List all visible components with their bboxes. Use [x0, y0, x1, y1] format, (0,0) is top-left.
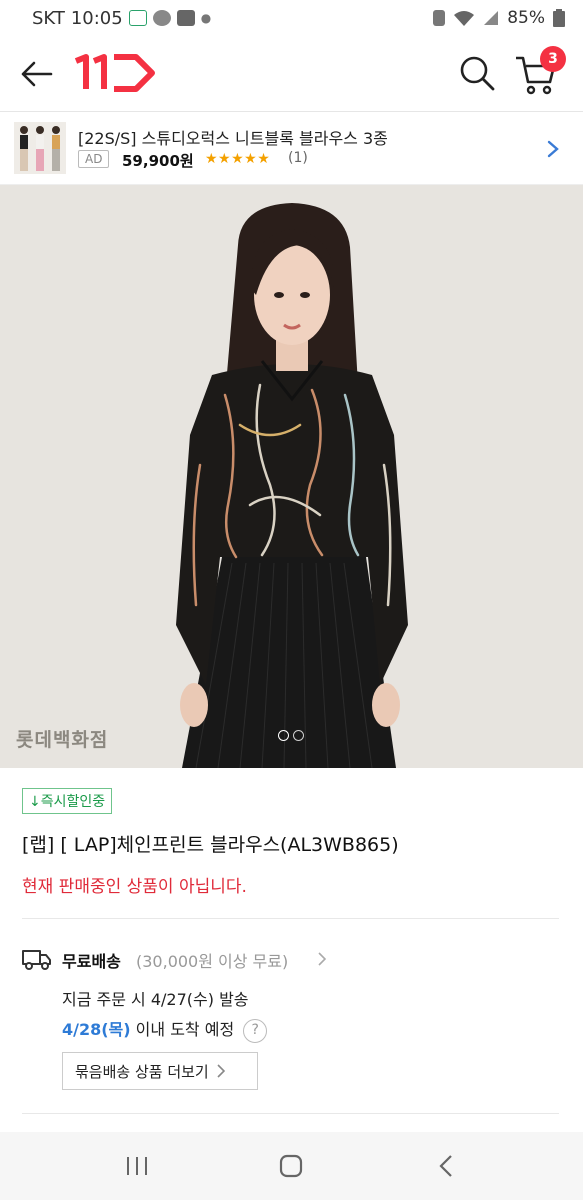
app-notification-icon	[128, 10, 147, 26]
ad-banner[interactable]: [22S/S] 스튜디오럭스 니트블록 블라우스 3종 AD 59,900원 ★…	[0, 113, 583, 185]
ad-thumbnail	[14, 122, 66, 174]
shipping-dispatch-text: 지금 주문 시 4/27(수) 발송	[62, 990, 249, 1009]
product-name: [랩] [ LAP]체인프린트 블라우스(AL3WB865)	[22, 834, 399, 856]
recent-apps-button[interactable]	[117, 1146, 157, 1186]
ad-price: 59,900원	[122, 152, 194, 170]
cart-count-badge: 3	[540, 46, 566, 72]
app-header	[0, 36, 583, 112]
back-arrow-icon[interactable]	[18, 56, 54, 92]
back-chevron-icon	[439, 1155, 452, 1177]
system-icons: 85%	[433, 8, 565, 28]
battery-icon	[553, 9, 565, 27]
instant-discount-chip: ↓즉시할인중	[22, 788, 113, 814]
store-watermark: 롯데백화점	[16, 729, 109, 751]
carousel-dot-active	[278, 730, 289, 741]
home-icon	[280, 1154, 303, 1178]
more-dot-icon: ●	[200, 11, 212, 25]
delivery-truck-icon	[22, 950, 51, 970]
back-button[interactable]	[426, 1146, 466, 1186]
chevron-right-icon[interactable]	[546, 139, 560, 159]
help-icon[interactable]: ?	[243, 1018, 268, 1043]
divider	[22, 1113, 559, 1114]
bundle-shipping-label: 묶음배송 상품 더보기	[75, 1062, 209, 1081]
product-photo	[0, 185, 583, 768]
carousel-dot	[293, 730, 304, 741]
wifi-icon	[454, 11, 475, 26]
product-image-carousel[interactable]: 롯데백화점	[0, 185, 583, 768]
carrier: SKT	[32, 7, 65, 29]
notification-icons: ●	[128, 10, 212, 26]
ad-rating-stars: ★★★★★	[205, 151, 271, 167]
divider	[22, 918, 559, 919]
system-navigation-bar	[0, 1132, 583, 1200]
ad-review-count: (1)	[288, 150, 308, 166]
product-info: ↓즉시할인중 [랩] [ LAP]체인프린트 블라우스(AL3WB865) 현재…	[0, 768, 583, 1132]
shipping-condition[interactable]: (30,000원 이상 무료)	[136, 948, 288, 972]
11st-logo[interactable]	[70, 53, 156, 93]
signal-icon	[484, 11, 499, 25]
home-button[interactable]	[271, 1146, 311, 1186]
shipping-arrival: 4/28(목) 이내 도착 예정 ?	[62, 1016, 268, 1043]
ad-thumbnail-image	[14, 122, 66, 174]
ad-title[interactable]: [22S/S] 스튜디오럭스 니트블록 블라우스 3종	[78, 125, 388, 149]
bundle-shipping-button[interactable]: 묶음배송 상품 더보기	[62, 1052, 258, 1090]
sale-status-text: 현재 판매중인 상품이 아닙니다.	[22, 877, 247, 897]
talk-icon	[152, 10, 171, 26]
clock: 10:05	[70, 7, 123, 29]
lock-icon	[433, 10, 446, 26]
chevron-right-icon[interactable]	[318, 952, 326, 966]
shipping-title: 무료배송	[62, 952, 121, 971]
arrival-text: 이내 도착 예정	[130, 1020, 235, 1039]
carousel-indicator	[278, 730, 304, 741]
battery-level: 85%	[507, 8, 545, 28]
arrival-date: 4/28(목)	[62, 1020, 131, 1039]
recent-apps-icon	[127, 1157, 148, 1175]
status-bar: SKT 10:05 ● 85%	[0, 0, 583, 36]
youtube-icon	[176, 10, 195, 26]
chevron-right-icon	[217, 1064, 225, 1078]
ad-tag: AD	[78, 150, 110, 168]
search-icon[interactable]	[458, 54, 496, 92]
